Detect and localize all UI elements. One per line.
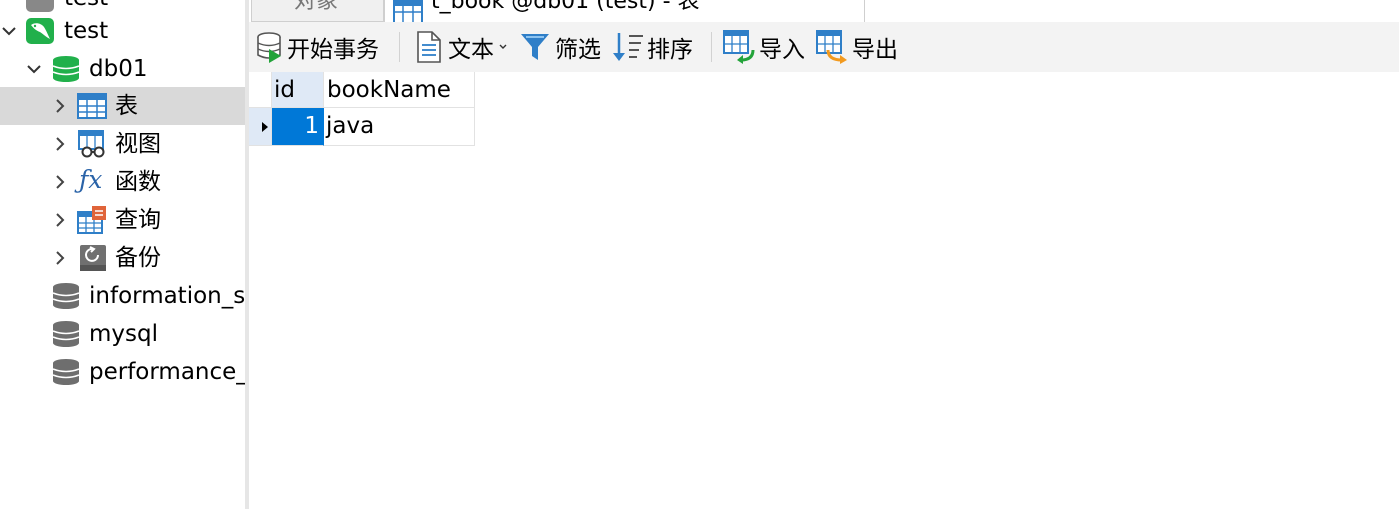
tab-label: t_book @db01 (test) - 表: [431, 0, 700, 14]
view-icon: [78, 130, 105, 158]
import-button[interactable]: 导入: [723, 30, 805, 64]
dropdown-arrow-icon[interactable]: [498, 42, 508, 52]
navigation-sidebar: test test db01: [0, 0, 245, 509]
export-icon: [816, 30, 847, 64]
chevron-down-icon[interactable]: [26, 61, 42, 77]
button-label: 开始事务: [287, 37, 379, 63]
tree-row-database-information-schema[interactable]: information_s: [0, 277, 245, 315]
function-icon: ƒx: [79, 165, 103, 194]
row-indicator[interactable]: [249, 108, 272, 146]
chevron-right-icon[interactable]: [52, 98, 68, 114]
tree-label: 备份: [115, 245, 161, 271]
database-icon: [52, 359, 80, 385]
backup-icon: [80, 245, 106, 271]
tab-bar: 对象 t_book @db01 (test) - 表: [249, 0, 1399, 22]
tree-label: 函数: [115, 169, 161, 195]
tree-row-database-db01[interactable]: db01: [0, 50, 245, 88]
begin-transaction-icon: [257, 32, 281, 63]
button-label: 导出: [852, 37, 898, 63]
toolbar-separator: [399, 32, 400, 62]
toolbar-separator: [711, 32, 712, 62]
button-label: 文本: [448, 37, 494, 63]
tab-label: 对象: [294, 0, 339, 14]
database-icon: [52, 283, 80, 309]
tree-label: test: [64, 18, 109, 44]
table-icon: [393, 0, 423, 22]
chevron-down-icon[interactable]: [1, 23, 17, 39]
toolbar: 开始事务 文本 筛选 排序 导入 导出: [249, 22, 1399, 72]
tree-row-queries[interactable]: 查询: [0, 201, 245, 239]
filter-icon: [521, 34, 549, 60]
tab-objects[interactable]: 对象: [251, 0, 384, 22]
chevron-right-icon[interactable]: [52, 136, 68, 152]
tree-row-database-mysql[interactable]: mysql: [0, 315, 245, 353]
database-icon: [52, 56, 80, 82]
row-header-corner: [249, 72, 272, 108]
tree-label: mysql: [89, 321, 158, 347]
table-cell-id[interactable]: 1: [272, 108, 324, 146]
database-icon: [52, 321, 80, 347]
button-label: 筛选: [555, 37, 601, 63]
mysql-connection-icon: [26, 18, 54, 44]
sort-icon: [613, 33, 643, 61]
chevron-right-icon[interactable]: [52, 174, 68, 190]
tree-row-functions[interactable]: ƒx 函数: [0, 163, 245, 201]
chevron-right-icon[interactable]: [52, 250, 68, 266]
tree-row-tables[interactable]: 表: [0, 87, 245, 125]
tree-label: performance_: [89, 359, 245, 385]
text-view-button[interactable]: 文本: [414, 30, 508, 64]
button-label: 排序: [647, 37, 693, 63]
tree-row-views[interactable]: 视图: [0, 125, 245, 163]
column-header-id[interactable]: id: [272, 72, 324, 108]
table-cell-bookname[interactable]: java: [324, 108, 475, 146]
document-text-icon: [417, 31, 441, 63]
chevron-right-icon[interactable]: [52, 212, 68, 228]
current-row-arrow-icon: [262, 122, 268, 132]
tree-row-connection-test[interactable]: test: [0, 12, 245, 50]
column-header-bookname[interactable]: bookName: [324, 72, 475, 108]
button-label: 导入: [759, 37, 805, 63]
tree-row-backups[interactable]: 备份: [0, 239, 245, 277]
tree-label: information_s: [89, 283, 245, 309]
tree-label: db01: [89, 56, 148, 82]
begin-transaction-button[interactable]: 开始事务: [255, 30, 379, 64]
import-icon: [723, 30, 755, 64]
table-icon: [77, 93, 107, 119]
filter-button[interactable]: 筛选: [519, 30, 601, 64]
tree-label: 表: [115, 93, 138, 119]
query-icon: [77, 206, 106, 234]
sort-button[interactable]: 排序: [611, 30, 693, 64]
export-button[interactable]: 导出: [816, 30, 898, 64]
tree-label: 视图: [115, 131, 161, 157]
tree-label: 查询: [115, 207, 161, 233]
tree-row-database-performance-schema[interactable]: performance_: [0, 353, 245, 391]
tab-t-book-table[interactable]: t_book @db01 (test) - 表: [384, 0, 865, 22]
